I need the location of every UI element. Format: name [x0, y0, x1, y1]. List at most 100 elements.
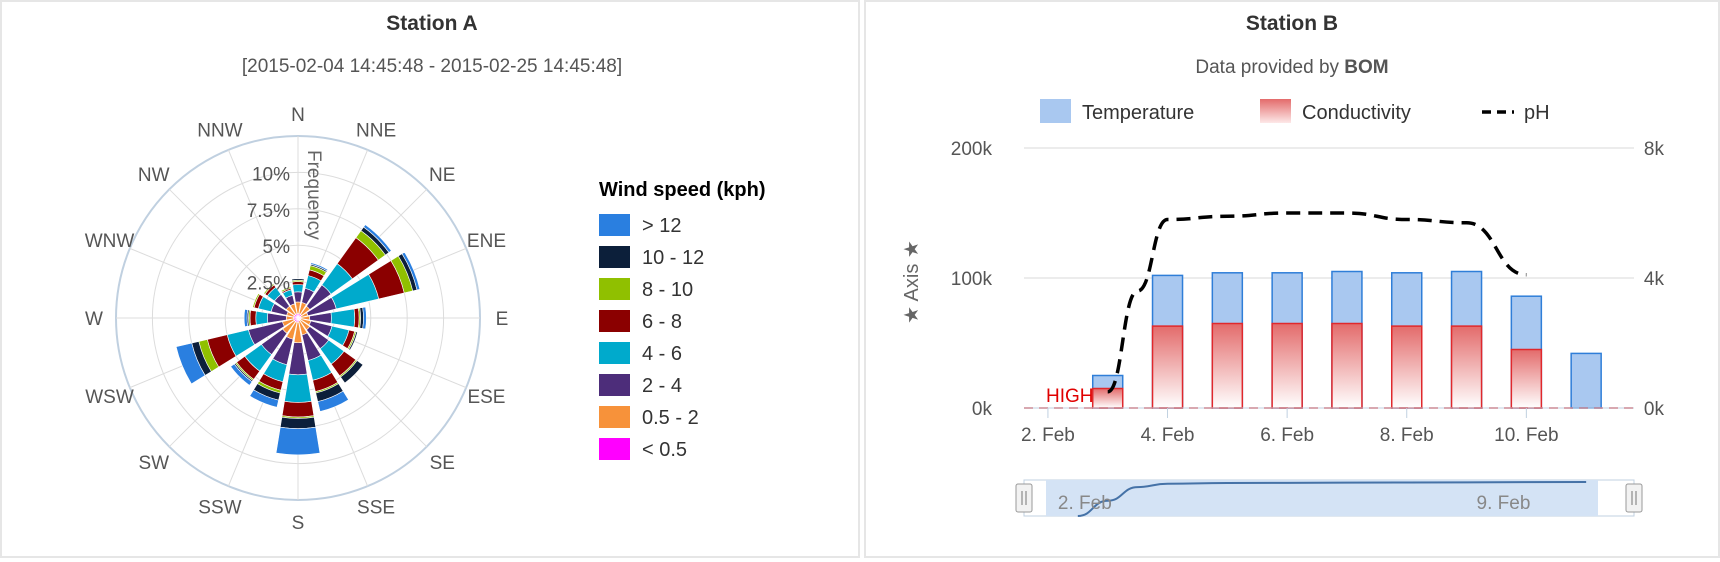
subtitle-provider: BOM [1344, 57, 1388, 78]
rose-segment-e-4-6 [330, 308, 356, 328]
legend-swatch-temperature [1040, 99, 1071, 123]
x-axis-label: 8. Feb [1380, 425, 1434, 446]
rose-segment-s-12 [275, 426, 321, 456]
direction-label-ne: NE [429, 165, 455, 186]
chart-axes: 0k 100k 200k 0k 4k 8k [951, 139, 1665, 420]
x-axis: 2. Feb 4. Feb 6. Feb 8. Feb 10. Feb [1021, 407, 1634, 446]
rose-segment-n-2-4 [293, 291, 303, 303]
legend-title: Wind speed (kph) [599, 179, 765, 201]
grid-lines [1024, 147, 1634, 279]
legend-swatch-12 [599, 214, 630, 236]
direction-label-nne: NNE [356, 121, 396, 142]
radial-tick-label: 7.5% [247, 201, 290, 222]
direction-label-ssw: SSW [198, 497, 241, 518]
direction-label-ese: ESE [467, 387, 505, 408]
chart-subtitle: [2015-02-04 14:45:48 - 2015-02-25 14:45:… [242, 56, 622, 77]
x-axis-label: 6. Feb [1260, 425, 1314, 446]
subtitle-prefix: Data provided by [1195, 57, 1344, 78]
x-axis-label: 10. Feb [1494, 425, 1558, 446]
conductivity-bar [1510, 348, 1543, 409]
legend-item-4-6: 4 - 6 [642, 343, 682, 365]
legend-swatch-8-10 [599, 278, 630, 300]
plot-line-label: HIGH [1046, 386, 1094, 407]
direction-label-nnw: NNW [197, 121, 242, 142]
conductivity-bar [1271, 322, 1303, 409]
legend-swatch-conductivity [1260, 99, 1291, 123]
left-axis-tick: 200k [951, 139, 993, 160]
rose-segment-n-4-6 [292, 284, 304, 293]
direction-label-ene: ENE [467, 231, 506, 252]
legend-swatch-6-8 [599, 310, 630, 332]
rose-segment-s-2-4 [288, 342, 308, 376]
radial-tick-label: 5% [263, 237, 291, 258]
wind-rose-chart: Station A [2015-02-04 14:45:48 - 2015-02… [85, 12, 766, 534]
direction-label-wsw: WSW [85, 387, 134, 408]
direction-label-wnw: WNW [85, 231, 135, 252]
station-b-panel: Station B Data provided by BOM Temperatu… [864, 0, 1720, 558]
radial-axis-title: Frequency [303, 150, 324, 240]
chart-title: Station A [386, 12, 477, 35]
legend-swatch-0-5-2 [599, 406, 630, 428]
navigator-handle-left[interactable] [1015, 483, 1033, 513]
station-a-panel: Station A [2015-02-04 14:45:48 - 2015-02… [0, 0, 860, 558]
temperature-bar [1570, 352, 1602, 409]
legend-item-8-10: 8 - 10 [642, 279, 693, 301]
direction-label-s: S [292, 513, 305, 534]
rose-segment-e-6-8 [353, 307, 360, 329]
rose-segment-s-4-6 [284, 373, 312, 403]
direction-label-nw: NW [138, 165, 170, 186]
conductivity-bar [1091, 387, 1124, 409]
chart-subtitle: Data provided by BOM [1195, 57, 1388, 78]
legend-item-6-8: 6 - 8 [642, 311, 682, 333]
radial-tick-label: 10% [252, 164, 290, 185]
station-b-chart: Station B Data provided by BOM Temperatu… [901, 12, 1665, 517]
right-axis-tick: 4k [1644, 269, 1665, 290]
y-axis-title: ★ Axis ★ [901, 240, 923, 324]
legend-item-2-4: 2 - 4 [642, 375, 682, 397]
legend-item-conductivity: Conductivity [1302, 102, 1411, 124]
right-axis-tick: 8k [1644, 139, 1665, 160]
x-axis-label: 4. Feb [1141, 425, 1195, 446]
chart-legend[interactable]: Temperature Conductivity pH [1040, 99, 1550, 124]
conductivity-bar [1331, 322, 1363, 409]
legend-swatch-4-6 [599, 342, 630, 364]
legend-swatch-2-4 [599, 374, 630, 396]
handle-grip [1015, 483, 1033, 513]
left-axis-tick: 0k [972, 399, 993, 420]
navigator-label: 2. Feb [1058, 493, 1112, 514]
direction-label-n: N [291, 105, 305, 126]
navigator-label: 9. Feb [1477, 493, 1531, 514]
radial-tick-label: 2.5% [247, 274, 290, 295]
rose-segment-w-12 [243, 309, 249, 327]
conductivity-bar [1450, 325, 1483, 409]
rose-segment-s-6-8 [281, 401, 315, 418]
rose-segment-w-6-8 [249, 309, 257, 327]
right-axis-tick: 0k [1644, 399, 1665, 420]
rose-segment-w-4-6 [255, 310, 269, 326]
direction-label-sw: SW [138, 453, 169, 474]
legend-item-0-5: < 0.5 [642, 439, 687, 461]
rose-segment-n-10-12 [291, 278, 305, 281]
direction-label-sse: SSE [357, 497, 395, 518]
column-series [1091, 270, 1602, 409]
rose-segment-s-10-12 [279, 416, 317, 429]
navigator[interactable]: 2. Feb 9. Feb [1015, 479, 1643, 517]
handle-grip [1625, 483, 1643, 513]
legend-item-12: > 12 [642, 215, 681, 237]
direction-label-w: W [85, 309, 103, 330]
conductivity-bar [1211, 322, 1244, 409]
x-axis-label: 2. Feb [1021, 425, 1075, 446]
rose-segment-e-12 [362, 306, 367, 330]
navigator-handle-right[interactable] [1625, 483, 1643, 513]
legend-item-temperature: Temperature [1082, 102, 1194, 124]
left-axis-tick: 100k [951, 269, 993, 290]
chart-title: Station B [1246, 12, 1338, 35]
conductivity-bar [1390, 325, 1423, 409]
conductivity-bar [1151, 325, 1184, 409]
legend-item-ph: pH [1524, 102, 1550, 124]
legend-swatch-0-5 [599, 438, 630, 460]
direction-label-se: SE [430, 453, 455, 474]
legend-item-0-5-2: 0.5 - 2 [642, 407, 699, 429]
legend-swatch-10-12 [599, 246, 630, 268]
legend-item-10-12: 10 - 12 [642, 247, 704, 269]
